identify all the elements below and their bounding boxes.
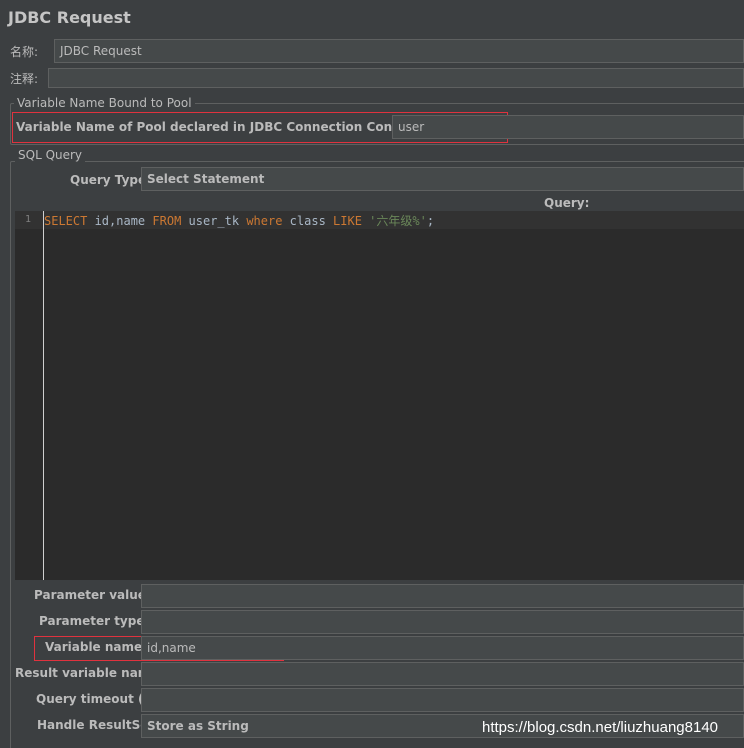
sql-editor[interactable] [15, 211, 744, 580]
sql-code-line: SELECT id,name FROM user_tk where class … [44, 212, 434, 229]
query-header: Query: [544, 196, 590, 210]
sql-table: user_tk [181, 214, 247, 228]
comment-label: 注释: [10, 72, 39, 86]
editor-gutter-divider [43, 211, 44, 580]
parameter-types-label: Parameter types: [39, 614, 157, 628]
parameter-values-label: Parameter values: [34, 588, 158, 602]
sql-keyword-where: where [246, 214, 283, 228]
sql-keyword-like: LIKE [333, 214, 362, 228]
query-type-select[interactable]: Select Statement [141, 167, 744, 191]
query-timeout-input[interactable] [141, 688, 744, 712]
name-input[interactable]: JDBC Request [54, 39, 744, 63]
line-number: 1 [25, 214, 32, 225]
comment-input[interactable] [48, 68, 744, 88]
result-variable-name-input[interactable] [141, 662, 744, 686]
variable-names-input[interactable]: id,name [141, 636, 744, 660]
query-type-label: Query Type: [70, 173, 151, 187]
page-title: JDBC Request [8, 8, 131, 27]
watermark-text: https://blog.csdn.net/liuzhuang8140 [482, 719, 719, 736]
parameter-types-input[interactable] [141, 610, 744, 634]
sql-condition-column: class [282, 214, 334, 228]
parameter-values-input[interactable] [141, 584, 744, 608]
sql-columns: id,name [87, 214, 153, 228]
sql-query-legend: SQL Query [15, 148, 86, 162]
pool-group-legend: Variable Name Bound to Pool [14, 96, 195, 110]
sql-semicolon: ; [426, 214, 435, 228]
sql-keyword-select: SELECT [44, 214, 88, 228]
sql-string-literal: '六年级%' [369, 214, 427, 228]
name-label: 名称: [10, 45, 39, 59]
variable-names-label: Variable names: [45, 640, 155, 654]
pool-name-input[interactable]: user [392, 115, 744, 139]
sql-keyword-from: FROM [152, 214, 182, 228]
